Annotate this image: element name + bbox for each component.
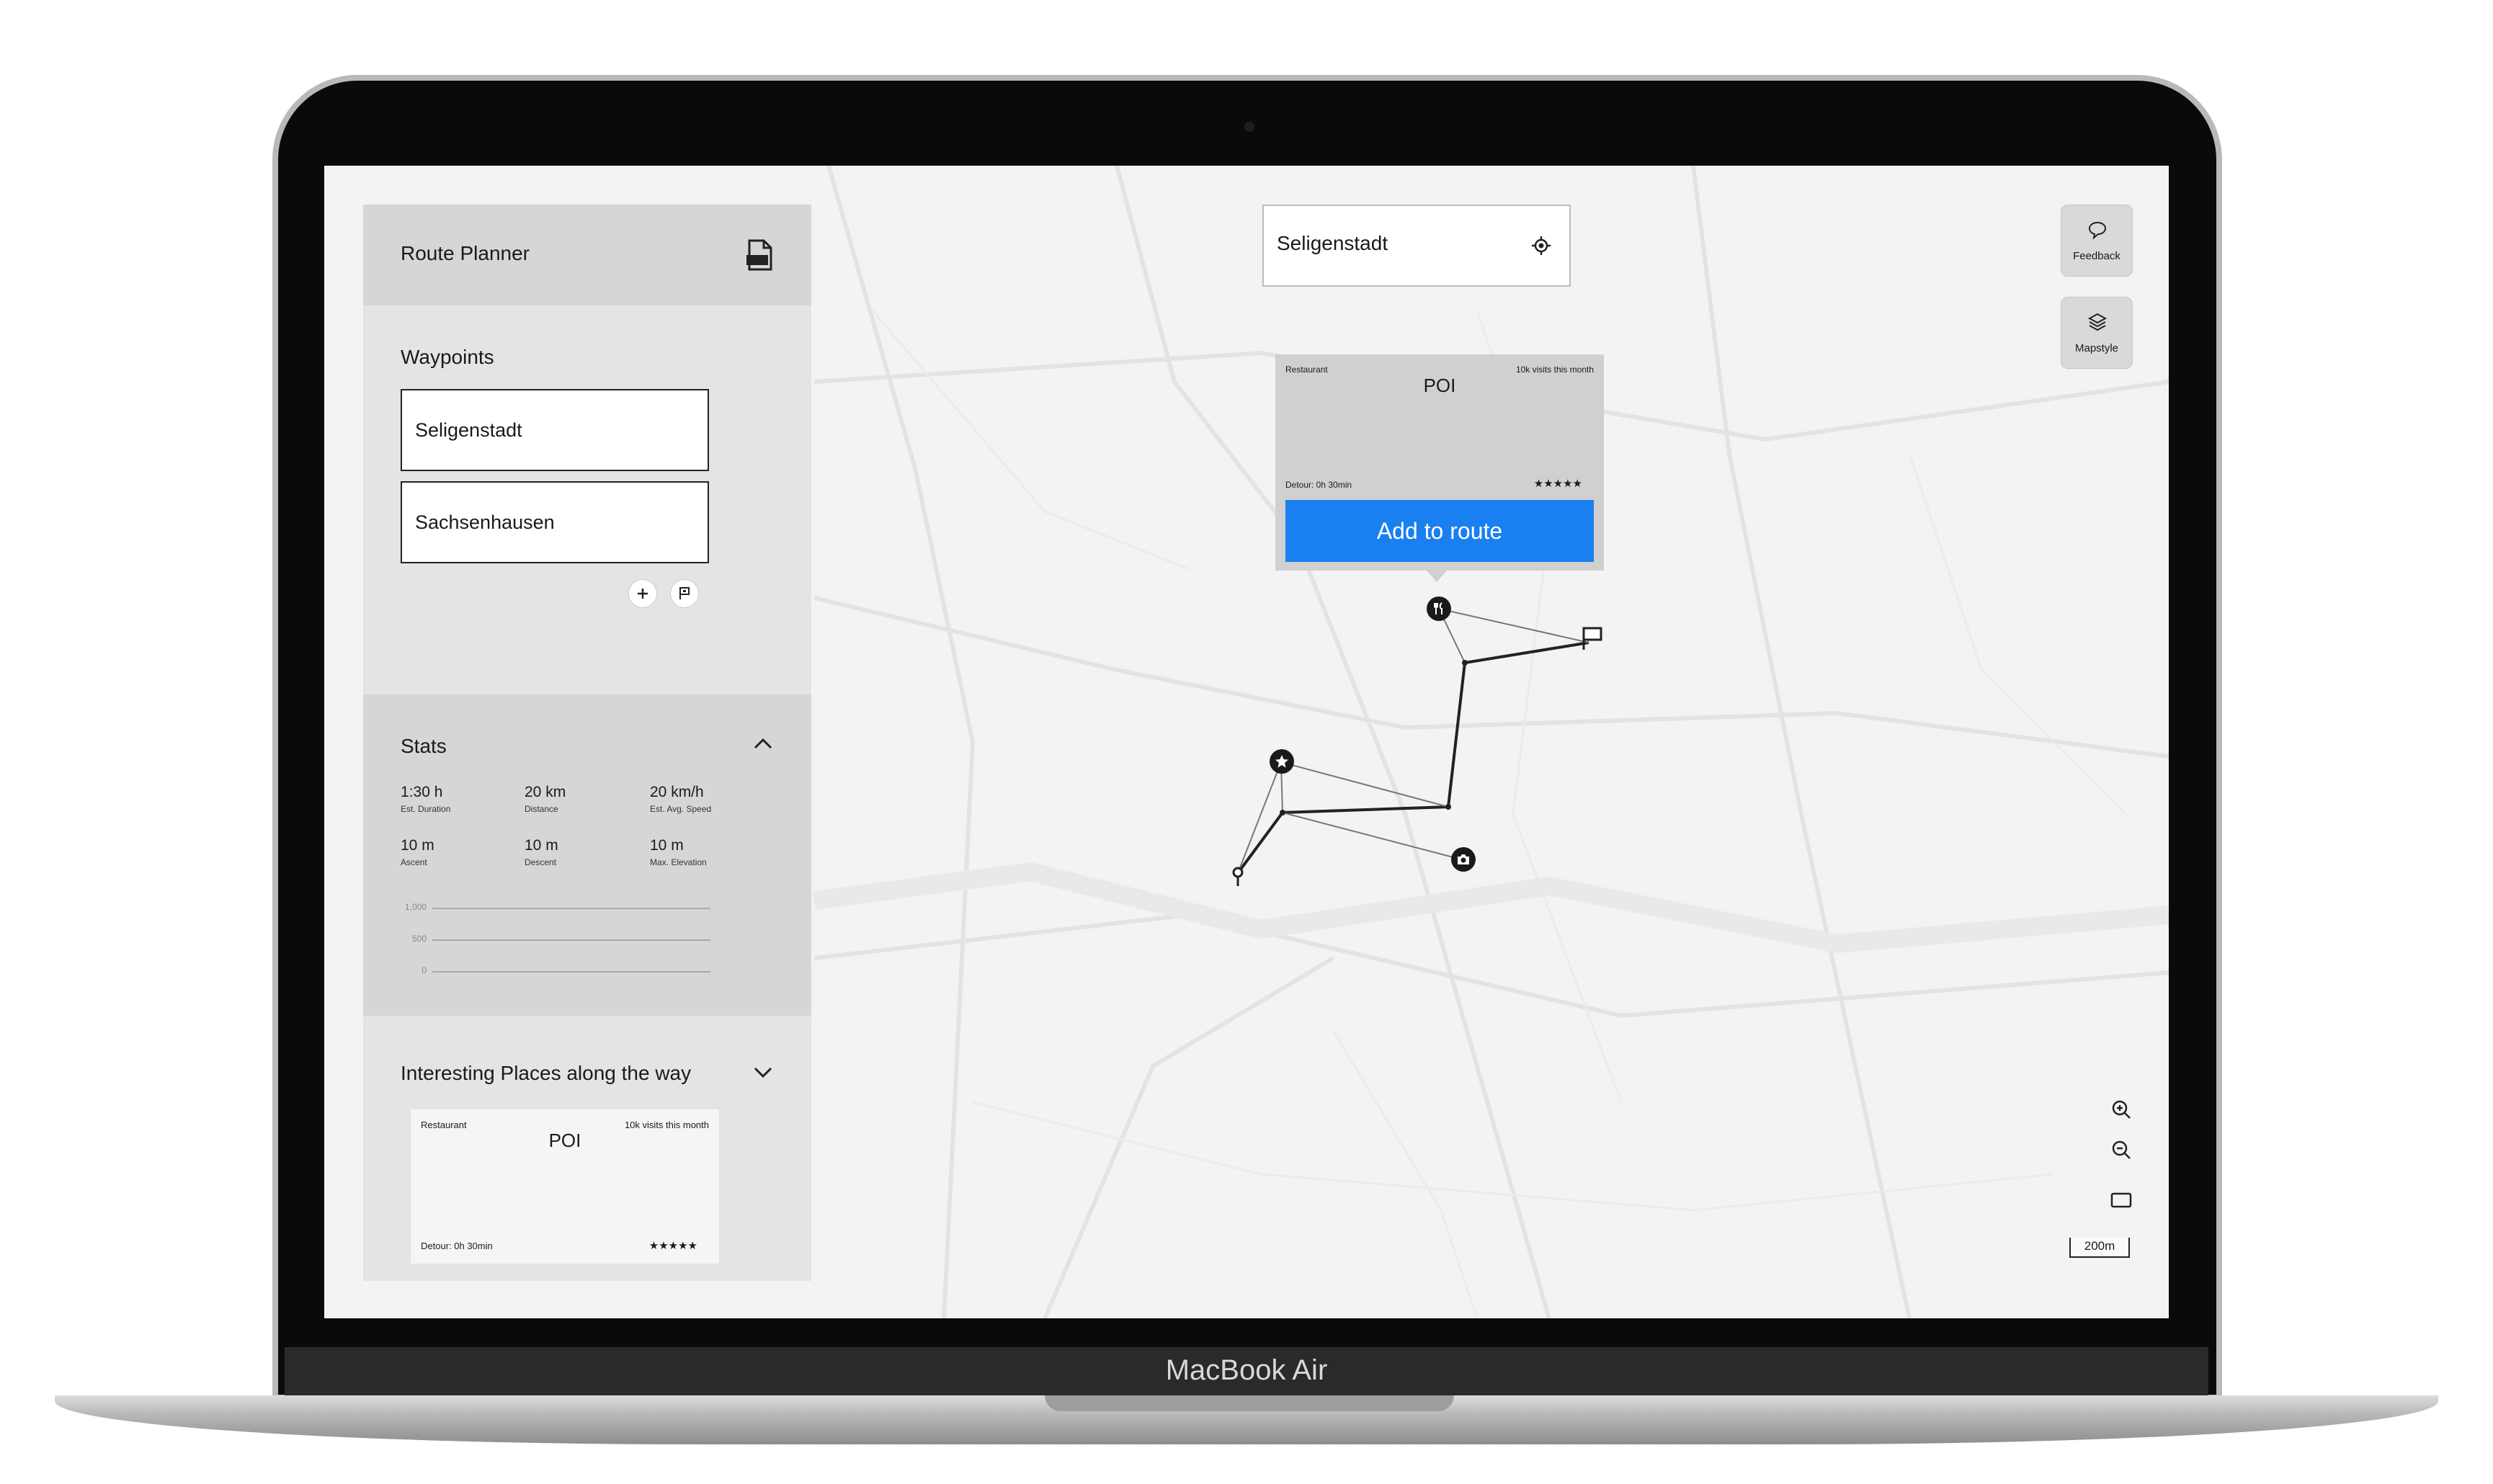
places-label: Interesting Places along the way (401, 1062, 692, 1084)
elevation-gridline (432, 908, 710, 909)
star-icon (1275, 755, 1288, 768)
chevron-up-icon[interactable] (752, 736, 774, 751)
stats-section: Stats 1:30 h Est. Duration 20 km Distanc… (363, 694, 811, 1016)
popup-detour: Detour: 0h 30min (1285, 480, 1352, 490)
flag-icon (679, 587, 690, 599)
feedback-label: Feedback (2073, 250, 2120, 262)
waypoints-label: Waypoints (401, 346, 494, 368)
speech-bubble-icon (2088, 221, 2107, 240)
elevation-gridline (432, 939, 710, 941)
poi-popup: Restaurant 10k visits this month POI Det… (1275, 354, 1604, 582)
stat-distance-label: Distance (525, 804, 558, 814)
gpx-export-icon[interactable] (745, 239, 774, 271)
stat-elevation-label: Max. Elevation (650, 857, 707, 867)
laptop-notch (1045, 1395, 1454, 1411)
poi-category: Restaurant (421, 1119, 467, 1130)
poi-rating: ★★★★★ (648, 1240, 697, 1252)
zoom-out-button[interactable] (2107, 1135, 2136, 1164)
map-search-input[interactable]: Seligenstadt (1262, 205, 1571, 287)
zoom-in-icon (2112, 1100, 2131, 1119)
stat-duration-label: Est. Duration (401, 804, 451, 814)
add-to-route-button[interactable]: Add to route (1285, 500, 1594, 562)
panel-title: Route Planner (401, 242, 530, 264)
popup-title: POI (1423, 375, 1456, 396)
poi-visits: 10k visits this month (624, 1119, 709, 1130)
poi-title: POI (548, 1130, 581, 1151)
fullscreen-icon (2110, 1192, 2132, 1208)
start-pin-icon[interactable] (1229, 866, 1246, 888)
zoom-in-button[interactable] (2107, 1095, 2136, 1124)
panel-header: Route Planner (363, 205, 811, 305)
restaurant-marker[interactable] (1427, 596, 1451, 621)
stat-descent-label: Descent (525, 857, 557, 867)
chevron-down-icon[interactable] (752, 1065, 774, 1079)
mapstyle-label: Mapstyle (2074, 342, 2119, 354)
popup-category: Restaurant (1285, 365, 1328, 375)
popup-rating: ★★★★★ (1533, 478, 1582, 490)
stat-distance-value: 20 km (525, 784, 566, 800)
stats-label: Stats (401, 735, 447, 757)
feedback-button[interactable]: Feedback (2061, 205, 2133, 277)
poi-card[interactable]: Restaurant 10k visits this month POI Det… (411, 1109, 719, 1264)
add-waypoint-button[interactable] (628, 579, 657, 608)
stat-elevation-value: 10 m (650, 837, 684, 854)
elevation-gridline (432, 971, 710, 973)
route-planner-panel: Route Planner Waypoints Seligenstadt Sac… (363, 205, 811, 1281)
zoom-out-icon (2112, 1140, 2131, 1159)
device-brand-label: MacBook Air (1165, 1354, 1328, 1386)
poi-detour: Detour: 0h 30min (421, 1241, 493, 1251)
add-destination-button[interactable] (670, 579, 699, 608)
map-scale: 200m (2069, 1238, 2130, 1258)
camera-icon (1458, 854, 1469, 864)
camera (1244, 122, 1254, 132)
stat-duration-value: 1:30 h (401, 784, 443, 800)
waypoint-input-start[interactable]: Seligenstadt (401, 389, 709, 471)
elevation-tick-0: 0 (422, 965, 427, 975)
waypoint-input-end[interactable]: Sachsenhausen (401, 481, 709, 563)
stat-ascent-label: Ascent (401, 857, 427, 867)
locate-icon[interactable] (1530, 235, 1552, 256)
mapstyle-button[interactable]: Mapstyle (2061, 297, 2133, 369)
screen: Route Planner Waypoints Seligenstadt Sac… (324, 166, 2169, 1318)
popup-visits: 10k visits this month (1515, 365, 1594, 375)
fork-knife-icon (1434, 602, 1442, 614)
favorite-marker[interactable] (1270, 749, 1294, 774)
map-search-value: Seligenstadt (1277, 232, 1388, 254)
destination-flag-icon[interactable] (1579, 624, 1605, 653)
elevation-tick-1000: 1,000 (404, 902, 427, 912)
stat-ascent-value: 10 m (401, 837, 434, 854)
stat-speed-label: Est. Avg. Speed (650, 804, 712, 814)
stat-descent-value: 10 m (525, 837, 558, 854)
photo-marker[interactable] (1451, 847, 1476, 872)
popup-pointer (1427, 571, 1447, 582)
plus-icon (638, 589, 648, 599)
elevation-tick-500: 500 (411, 934, 427, 944)
layers-icon (2087, 313, 2108, 331)
stat-speed-value: 20 km/h (650, 784, 704, 800)
fullscreen-button[interactable] (2107, 1186, 2136, 1215)
